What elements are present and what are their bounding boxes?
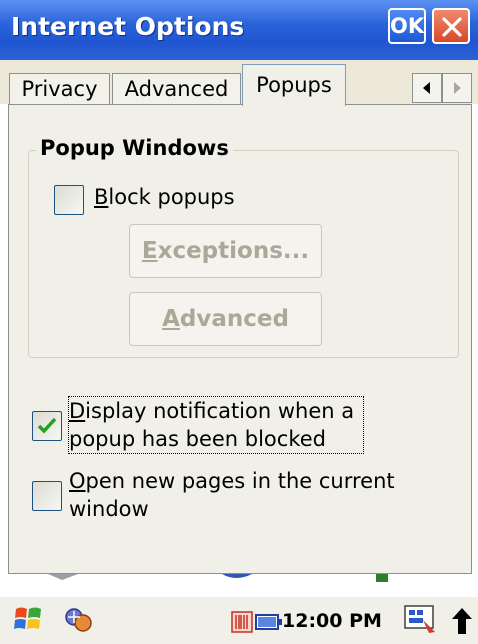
tab-scroll-arrows xyxy=(412,73,474,103)
tab-scroll-right-button[interactable] xyxy=(442,73,472,103)
title-bar: Internet Options OK xyxy=(0,0,478,60)
desktop-background-artifacts xyxy=(0,574,478,596)
checkmark-icon xyxy=(37,417,57,434)
open-new-pages-checkbox[interactable] xyxy=(32,481,62,511)
barcode-scanner-icon[interactable] xyxy=(231,611,253,633)
close-button[interactable] xyxy=(432,8,470,44)
exceptions-button[interactable]: Exceptions... xyxy=(129,224,322,278)
open-new-pages-line2: window xyxy=(69,497,149,521)
exceptions-label-rest: xceptions... xyxy=(157,238,310,264)
arrow-up-icon[interactable] xyxy=(450,606,474,636)
block-popups-label[interactable]: Block popups xyxy=(94,183,235,211)
block-popups-label-rest: lock popups xyxy=(108,185,235,209)
display-notification-line2: popup has been blocked xyxy=(69,427,326,451)
arrow-left-icon xyxy=(423,82,430,94)
arrow-right-icon xyxy=(454,82,461,94)
tab-privacy[interactable]: Privacy xyxy=(9,73,110,105)
popup-windows-group-title: Popup Windows xyxy=(36,136,233,160)
desktop-strip xyxy=(0,574,478,596)
network-icon[interactable] xyxy=(62,605,96,635)
display-notification-line1: isplay notification when a xyxy=(85,399,355,423)
tab-scroll-left-button[interactable] xyxy=(412,73,442,103)
taskbar-clock[interactable]: 12:00 PM xyxy=(282,610,382,632)
keyboard-icon[interactable] xyxy=(403,604,439,636)
display-notification-label[interactable]: Display notification when a popup has be… xyxy=(68,396,364,454)
advanced-label-rest: dvanced xyxy=(179,306,289,332)
display-notification-mnemonic: D xyxy=(69,399,86,423)
display-notification-checkbox[interactable] xyxy=(32,411,62,441)
open-new-pages-label[interactable]: Open new pages in the current window xyxy=(69,467,449,523)
block-popups-mnemonic: B xyxy=(94,185,109,209)
open-new-pages-line1: pen new pages in the current xyxy=(85,469,395,493)
window-title: Internet Options xyxy=(11,12,245,41)
ok-button[interactable]: OK xyxy=(388,8,426,44)
close-icon xyxy=(442,17,462,37)
advanced-mnemonic: A xyxy=(162,306,180,332)
start-flag-icon[interactable] xyxy=(12,603,44,635)
advanced-button[interactable]: Advanced xyxy=(129,292,322,346)
exceptions-mnemonic: E xyxy=(141,238,158,264)
tab-advanced[interactable]: Advanced xyxy=(112,73,241,105)
block-popups-checkbox[interactable] xyxy=(54,185,84,215)
battery-icon[interactable] xyxy=(255,613,283,631)
tab-popups[interactable]: Popups xyxy=(242,64,346,106)
open-new-pages-mnemonic: O xyxy=(69,469,86,493)
